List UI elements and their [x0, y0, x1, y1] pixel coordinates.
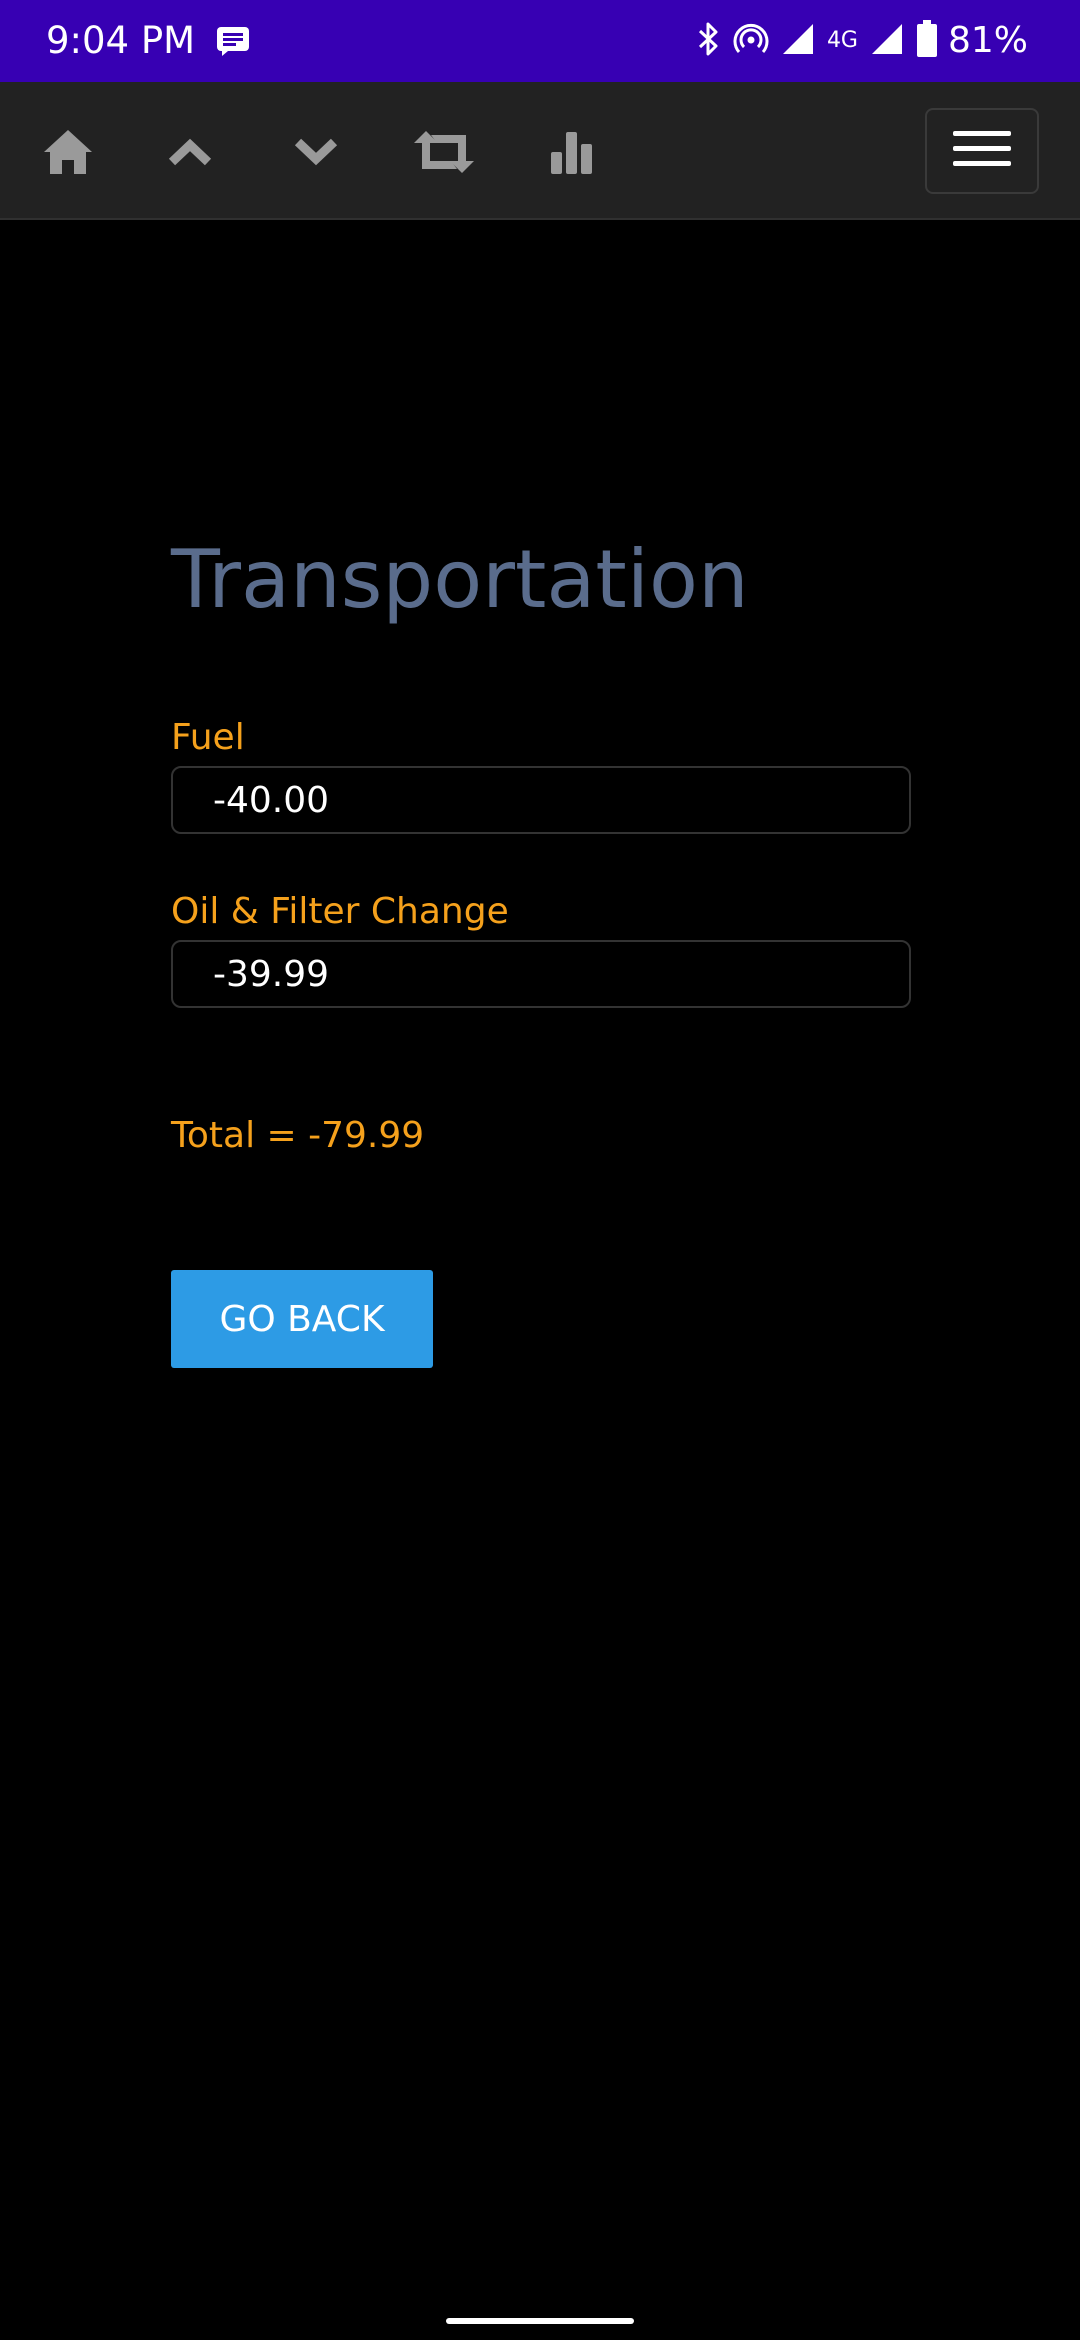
oil-filter-change-label: Oil & Filter Change [171, 891, 509, 932]
chevron-down-icon [292, 136, 340, 173]
fuel-label: Fuel [171, 717, 245, 758]
gesture-nav-handle[interactable] [446, 2318, 634, 2324]
home-button[interactable] [36, 122, 100, 186]
hamburger-menu-icon [953, 129, 1011, 174]
scroll-down-button[interactable] [284, 122, 348, 186]
status-bar: 9:04 PM 4G 81% [0, 0, 1080, 82]
signal-icon [781, 22, 815, 61]
total-text: Total = -79.99 [171, 1115, 425, 1156]
status-time: 9:04 PM [46, 19, 196, 62]
bar-chart-icon [548, 128, 596, 181]
status-icons: 4G 81% [685, 18, 1028, 64]
fuel-input[interactable] [171, 766, 911, 834]
network-type: 4G [826, 28, 858, 53]
chevron-up-icon [166, 136, 214, 173]
oil-filter-change-input[interactable] [171, 940, 911, 1008]
signal-icon [870, 22, 904, 61]
battery-icon [916, 19, 938, 63]
menu-button[interactable] [925, 108, 1039, 194]
home-icon [42, 128, 94, 181]
go-back-button[interactable]: GO BACK [171, 1270, 433, 1368]
stats-button[interactable] [540, 122, 604, 186]
scroll-up-button[interactable] [158, 122, 222, 186]
toolbar [0, 82, 1080, 220]
retweet-icon [413, 129, 475, 180]
refresh-button[interactable] [412, 122, 476, 186]
message-icon [216, 26, 250, 56]
bluetooth-icon [697, 21, 721, 62]
battery-percent: 81% [947, 20, 1028, 61]
page-title: Transportation [171, 533, 749, 626]
hotspot-icon [733, 21, 769, 62]
